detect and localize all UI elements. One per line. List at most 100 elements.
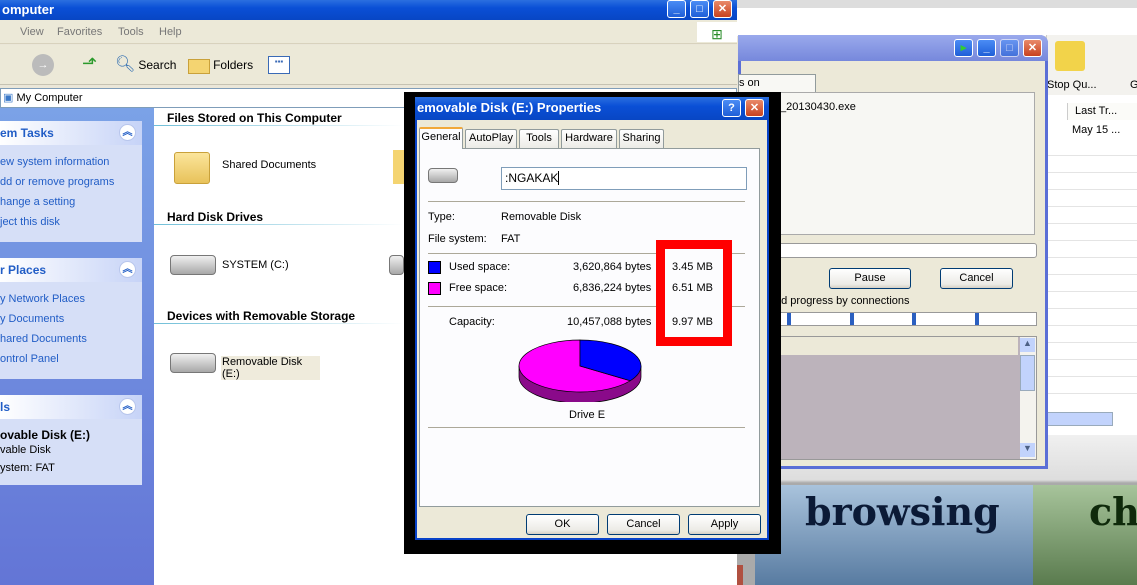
capacity-label: Capacity: <box>449 316 495 328</box>
hide-button[interactable]: ▸ <box>954 39 973 57</box>
stop-queue-button[interactable]: Stop Qu... <box>1047 79 1097 91</box>
removable-drive-icon <box>428 168 458 183</box>
properties-titlebar: emovable Disk (E:) Properties ? ✕ <box>415 97 769 120</box>
apply-button[interactable]: Apply <box>688 514 761 535</box>
divider <box>154 125 404 126</box>
divider <box>154 224 404 225</box>
minimize-button[interactable]: _ <box>977 39 996 57</box>
free-space-bytes: 6,836,224 bytes <box>573 282 652 294</box>
details-name: ovable Disk (E:) <box>0 428 91 442</box>
hard-drive-icon <box>389 255 404 275</box>
folders-button[interactable]: Folders <box>188 54 253 76</box>
scroll-down-icon[interactable]: ▼ <box>1020 443 1035 457</box>
menu-view[interactable]: View <box>20 20 44 44</box>
task-eject-disk[interactable]: ject this disk <box>0 212 142 232</box>
tab-tools[interactable]: Tools <box>519 129 559 148</box>
menu-bar: View Favorites Tools Help ⊞ <box>0 20 737 44</box>
disk-usage-pie <box>518 339 642 402</box>
cancel-button[interactable]: Cancel <box>607 514 680 535</box>
scroll-up-icon[interactable]: ▲ <box>1020 338 1035 352</box>
task-add-remove-programs[interactable]: dd or remove programs <box>0 172 142 192</box>
vertical-scrollbar[interactable]: ▲ ▼ <box>1020 337 1036 459</box>
horizontal-scrollbar[interactable] <box>1047 412 1113 426</box>
explorer-title: omputer <box>2 2 54 17</box>
pause-button[interactable]: Pause <box>829 268 911 289</box>
place-control-panel[interactable]: ontrol Panel <box>0 349 142 369</box>
type-value: Removable Disk <box>501 211 582 223</box>
stop-queue-icon[interactable] <box>1055 41 1085 71</box>
progress-bar <box>771 243 1037 258</box>
tab-autoplay[interactable]: AutoPlay <box>465 129 517 148</box>
explorer-titlebar: omputer _ □ ✕ <box>0 0 737 20</box>
tab-hardware[interactable]: Hardware <box>561 129 617 148</box>
banner-word: ch <box>1089 489 1137 534</box>
help-button[interactable]: ? <box>722 99 741 117</box>
progress-connections-label: ad progress by connections <box>775 295 910 307</box>
toolbar: → ⬏ 🔍︎ Search Folders ▪▪▪ <box>0 45 737 85</box>
file-name: _20130430.exe <box>780 101 856 113</box>
removable-drive-icon <box>170 353 216 373</box>
search-icon: 🔍︎ <box>115 56 136 73</box>
details-fs: ystem: FAT <box>0 462 55 474</box>
system-tasks-panel: em Tasks ︽ ew system information dd or re… <box>0 121 142 242</box>
folder-icon <box>393 150 404 184</box>
removable-disk-item[interactable]: Removable Disk (E:) <box>170 350 320 380</box>
place-shared-documents[interactable]: hared Documents <box>0 329 142 349</box>
list-grid <box>1047 139 1137 409</box>
divider <box>428 201 745 202</box>
toolbar-button[interactable]: G <box>1130 79 1137 91</box>
shared-folder-icon <box>174 152 210 184</box>
scroll-thumb[interactable] <box>1020 355 1035 391</box>
place-my-documents[interactable]: y Documents <box>0 309 142 329</box>
used-space-bytes: 3,620,864 bytes <box>573 261 652 273</box>
free-space-label: Free space: <box>449 282 508 294</box>
views-icon[interactable]: ▪▪▪ <box>268 56 290 74</box>
capacity-bytes: 10,457,088 bytes <box>567 316 652 328</box>
fs-label: File system: <box>428 233 487 245</box>
tab-sharing[interactable]: Sharing <box>619 129 664 148</box>
menu-help[interactable]: Help <box>159 20 182 44</box>
divider <box>154 323 404 324</box>
tab-options-on-completion[interactable]: s on completion <box>738 74 816 105</box>
section-hard-disk-drives: Hard Disk Drives <box>167 210 264 224</box>
collapse-icon[interactable]: ︽ <box>119 261 136 278</box>
free-space-swatch <box>428 282 441 295</box>
other-places-header[interactable]: r Places ︽ <box>0 258 142 282</box>
connections-progress <box>771 312 1037 326</box>
download-dialog: ▸ _ □ ✕ s on completion _20130430.exe Pa… <box>738 35 1048 469</box>
details-panel: ls ︽ ovable Disk (E:) vable Disk ystem: F… <box>0 395 142 485</box>
task-change-setting[interactable]: hange a setting <box>0 192 142 212</box>
free-space-mb: 6.51 MB <box>672 282 713 294</box>
up-folder-icon[interactable]: ⬏ <box>82 53 100 75</box>
search-button[interactable]: 🔍︎ Search <box>115 54 176 76</box>
place-network[interactable]: y Network Places <box>0 289 142 309</box>
shared-documents-item[interactable]: Shared Documents <box>170 150 330 190</box>
type-label: Type: <box>428 211 455 223</box>
task-view-system-info[interactable]: ew system information <box>0 152 142 172</box>
computer-icon: ▣ <box>3 92 14 104</box>
tab-general[interactable]: General <box>419 127 463 149</box>
file-info-box: _20130430.exe <box>738 92 1035 235</box>
divider <box>428 427 745 428</box>
capacity-mb: 9.97 MB <box>672 316 713 328</box>
volume-label-input[interactable]: :NGAKAK <box>501 167 747 190</box>
column-header[interactable]: Last Tr... <box>1067 103 1137 120</box>
menu-favorites[interactable]: Favorites <box>57 20 102 44</box>
system-tasks-header[interactable]: em Tasks ︽ <box>0 121 142 145</box>
collapse-icon[interactable]: ︽ <box>119 124 136 141</box>
close-button[interactable]: ✕ <box>713 0 732 18</box>
other-places-panel: r Places ︽ y Network Places y Documents h… <box>0 258 142 379</box>
minimize-button[interactable]: _ <box>667 0 686 18</box>
close-button[interactable]: ✕ <box>745 99 764 117</box>
drive-caption: Drive E <box>569 409 606 421</box>
maximize-button[interactable]: □ <box>690 0 709 18</box>
banner-panel-green: ch <box>1033 485 1137 585</box>
system-drive-item[interactable]: SYSTEM (C:) <box>170 252 320 280</box>
menu-tools[interactable]: Tools <box>118 20 144 44</box>
forward-icon[interactable]: → <box>32 54 54 76</box>
close-button[interactable]: ✕ <box>1023 39 1042 57</box>
ok-button[interactable]: OK <box>526 514 599 535</box>
collapse-icon[interactable]: ︽ <box>119 398 136 415</box>
cancel-button[interactable]: Cancel <box>940 268 1013 289</box>
details-header[interactable]: ls ︽ <box>0 395 142 419</box>
